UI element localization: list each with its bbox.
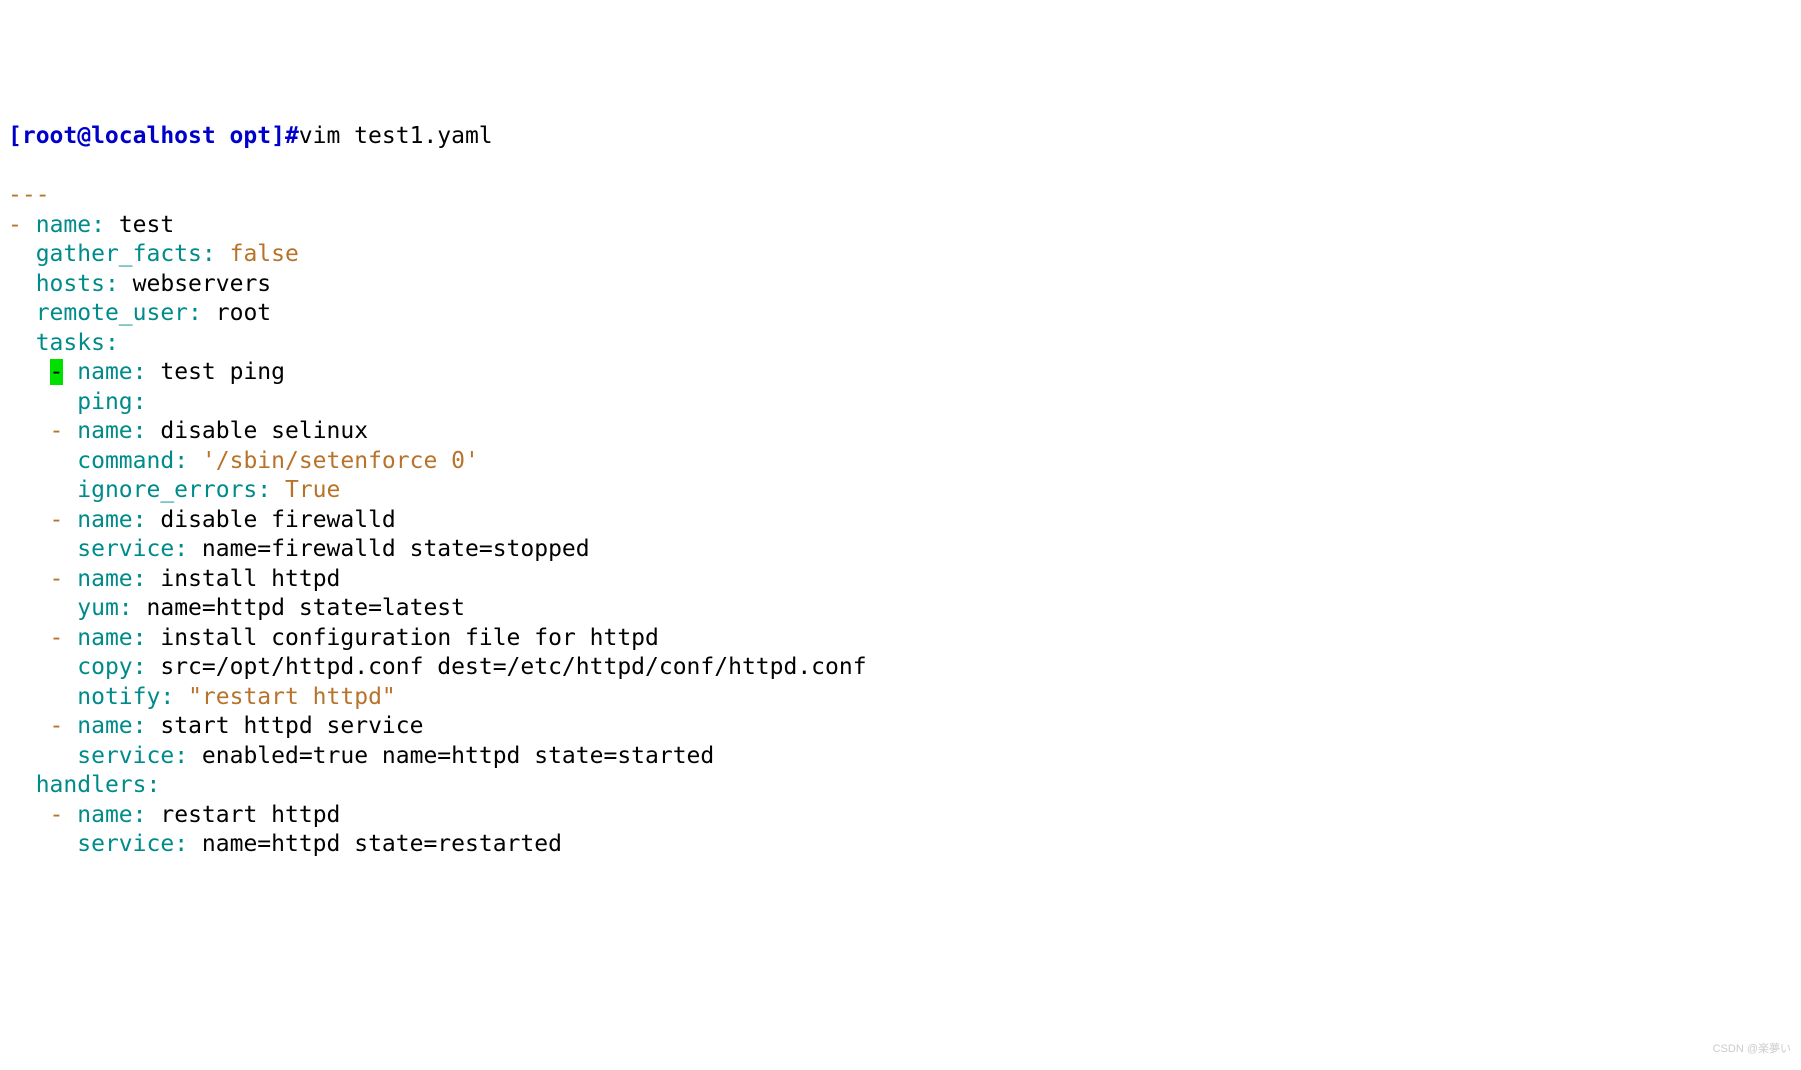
yaml-doc-start: --- — [8, 182, 50, 208]
watermark: CSDN @楽夢い — [1713, 1035, 1791, 1065]
yaml-key-name: name — [36, 212, 91, 238]
task-notify-key: notify — [77, 684, 160, 710]
task-module-val: src=/opt/httpd.conf dest=/etc/httpd/conf… — [160, 654, 866, 680]
yaml-key-hosts: hosts — [36, 271, 105, 297]
task-notify-val: "restart httpd" — [188, 684, 396, 710]
yaml-dash: - — [50, 566, 64, 592]
handler-name-val: restart httpd — [160, 802, 340, 828]
task-module-key: service — [77, 743, 174, 769]
yaml-dash: - — [8, 212, 22, 238]
task-ignore-key: ignore_errors — [77, 477, 257, 503]
task-name-val: start httpd service — [160, 713, 423, 739]
task-name-key: name — [77, 625, 132, 651]
task-module-val: enabled=true name=httpd state=started — [202, 743, 714, 769]
yaml-val-gather-facts: false — [230, 241, 299, 267]
task-name-val: test ping — [160, 359, 285, 385]
task-module-key: ping — [77, 389, 132, 415]
task-name-key: name — [77, 418, 132, 444]
task-name-val: install httpd — [160, 566, 340, 592]
task-ignore-val: True — [285, 477, 340, 503]
task-name-val: disable firewalld — [160, 507, 395, 533]
cursor: - — [50, 359, 64, 385]
terminal-editor[interactable]: [root@localhost opt]#vim test1.yaml --- … — [8, 122, 1793, 860]
yaml-dash: - — [50, 418, 64, 444]
task-name-val: install configuration file for httpd — [160, 625, 659, 651]
task-name-key: name — [77, 507, 132, 533]
task-name-key: name — [77, 566, 132, 592]
task-module-val: name=httpd state=latest — [147, 595, 466, 621]
task-module-key: yum — [77, 595, 119, 621]
handler-module-val: name=httpd state=restarted — [202, 831, 562, 857]
yaml-key-remote-user: remote_user — [36, 300, 188, 326]
task-name-val: disable selinux — [160, 418, 368, 444]
yaml-dash: - — [50, 713, 64, 739]
yaml-val-remote-user: root — [216, 300, 271, 326]
task-name-key: name — [77, 713, 132, 739]
task-name-key: name — [77, 359, 132, 385]
task-module-val: '/sbin/setenforce 0' — [202, 448, 479, 474]
shell-command: vim test1.yaml — [299, 123, 493, 149]
task-module-key: service — [77, 536, 174, 562]
yaml-dash: - — [50, 625, 64, 651]
task-module-key: copy — [77, 654, 132, 680]
yaml-val-name: test — [119, 212, 174, 238]
yaml-key-tasks: tasks — [36, 330, 105, 356]
shell-prompt: [root@localhost opt]# — [8, 123, 299, 149]
handler-name-key: name — [77, 802, 132, 828]
yaml-val-hosts: webservers — [133, 271, 271, 297]
yaml-key-handlers: handlers — [36, 772, 147, 798]
yaml-key-gather-facts: gather_facts — [36, 241, 202, 267]
task-module-key: command — [77, 448, 174, 474]
task-module-val: name=firewalld state=stopped — [202, 536, 590, 562]
yaml-dash: - — [50, 802, 64, 828]
handler-module-key: service — [77, 831, 174, 857]
yaml-dash: - — [50, 507, 64, 533]
